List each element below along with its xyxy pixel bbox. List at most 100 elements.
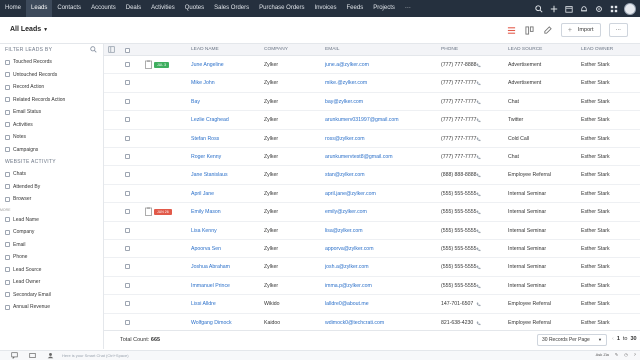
contacts-icon[interactable] — [46, 352, 54, 360]
notes-icon[interactable]: ✎ — [615, 352, 618, 357]
lead-name-link[interactable]: Bay — [191, 93, 200, 111]
lead-name-link[interactable]: April Jane — [191, 185, 214, 203]
nav-invoices[interactable]: Invoices — [310, 0, 342, 17]
setup-icon[interactable] — [594, 4, 603, 13]
row-checkbox[interactable] — [125, 264, 130, 270]
column-company[interactable]: COMPANY — [264, 44, 288, 56]
checkbox[interactable] — [5, 59, 10, 65]
field-filter-item[interactable]: Lead Owner — [0, 276, 103, 289]
filter-item[interactable]: Notes — [0, 131, 103, 144]
email-link[interactable]: arunkumerv031997@gmail.com — [325, 111, 399, 129]
phone-call-icon[interactable] — [476, 302, 481, 307]
field-filter-item[interactable]: Lead Name — [0, 214, 103, 227]
email-link[interactable]: emily@zylker.com — [325, 203, 367, 221]
more-actions-button[interactable]: ··· — [608, 23, 628, 37]
checkbox[interactable] — [5, 217, 10, 223]
checkbox[interactable] — [5, 109, 10, 115]
table-row[interactable]: Lissi Alldre Wikido lalldre0@about.me 147-7… — [104, 295, 640, 314]
phone-call-icon[interactable] — [476, 173, 481, 178]
filter-item[interactable]: Untouched Records — [0, 69, 103, 82]
phone-call-icon[interactable] — [476, 265, 481, 270]
apps-grid-icon[interactable] — [609, 4, 618, 13]
checkbox[interactable] — [5, 122, 10, 128]
column-settings-icon[interactable] — [108, 44, 115, 56]
email-link[interactable]: mike.@zylker.com — [325, 74, 367, 92]
checkbox[interactable] — [5, 267, 10, 273]
field-filter-item[interactable]: Secondary Email — [0, 289, 103, 302]
table-row[interactable]: JUN 26 Emily Mason Zylker emily@zylker.com (… — [104, 203, 640, 222]
row-checkbox[interactable] — [125, 319, 130, 325]
checkbox[interactable] — [5, 147, 10, 153]
phone-call-icon[interactable] — [476, 63, 481, 68]
checkbox[interactable] — [5, 242, 10, 248]
row-checkbox[interactable] — [125, 62, 130, 67]
task-icon[interactable] — [145, 207, 152, 217]
table-row[interactable]: Bay Zylker bay@zylker.com (777) 777-7777 Cha… — [104, 93, 640, 112]
column-lead-source[interactable]: LEAD SOURCE — [508, 44, 542, 56]
lead-name-link[interactable]: Lissi Alldre — [191, 295, 216, 313]
view-selector[interactable]: All Leads ▼ — [10, 26, 48, 33]
nav-activities[interactable]: Activities — [146, 0, 180, 17]
row-checkbox[interactable] — [125, 172, 130, 178]
lead-name-link[interactable]: Lisa Kenny — [191, 222, 217, 240]
table-row[interactable]: Jane Stanislaus Zylker stan@zylker.com (888… — [104, 166, 640, 185]
activity-due-badge[interactable]: JUN 26 — [154, 209, 172, 216]
activity-due-badge[interactable]: JUL 3 — [154, 62, 170, 68]
nav-projects[interactable]: Projects — [368, 0, 400, 17]
row-checkbox[interactable] — [125, 227, 130, 233]
filter-item[interactable]: Related Records Action — [0, 94, 103, 107]
checkbox[interactable] — [5, 184, 10, 190]
table-row[interactable]: Lezlie Craghead Zylker arunkumerv031997@gm… — [104, 111, 640, 130]
email-link[interactable]: lisa@zylker.com — [325, 222, 363, 240]
bell-icon[interactable] — [579, 4, 588, 13]
filter-item[interactable]: Record Action — [0, 81, 103, 94]
row-checkbox[interactable] — [125, 246, 130, 251]
ask-zia-button[interactable]: Ask Zia — [596, 352, 609, 357]
nav-more[interactable]: ··· — [400, 0, 416, 17]
lead-name-link[interactable]: Lezlie Craghead — [191, 111, 229, 129]
lead-name-link[interactable]: Emily Mason — [191, 203, 221, 221]
phone-call-icon[interactable] — [476, 155, 481, 160]
email-link[interactable]: imma.p@zylker.com — [325, 277, 372, 295]
phone-call-icon[interactable] — [476, 81, 481, 86]
website-filter-item[interactable]: Attended By — [0, 181, 103, 194]
table-row[interactable]: Mike John Zylker mike.@zylker.com (777) 777… — [104, 74, 640, 93]
column-phone[interactable]: PHONE — [441, 44, 458, 56]
help-icon[interactable]: ? — [634, 352, 636, 357]
calendar-icon[interactable] — [564, 4, 573, 13]
nav-purchase-orders[interactable]: Purchase Orders — [254, 0, 309, 17]
table-row[interactable]: Apoorva Sen Zylker apporva@zylker.com (555)… — [104, 240, 640, 259]
nav-deals[interactable]: Deals — [121, 0, 146, 17]
lead-name-link[interactable]: Immanuel Prince — [191, 277, 230, 295]
field-filter-item[interactable]: Company — [0, 226, 103, 239]
phone-call-icon[interactable] — [476, 118, 481, 123]
phone-call-icon[interactable] — [476, 284, 481, 289]
table-row[interactable]: Immanuel Prince Zylker imma.p@zylker.com (5… — [104, 277, 640, 296]
phone-call-icon[interactable] — [476, 229, 481, 234]
filter-item[interactable]: Campaigns — [0, 144, 103, 157]
row-checkbox[interactable] — [125, 98, 130, 104]
search-icon[interactable] — [534, 4, 543, 13]
list-view-icon[interactable] — [507, 25, 517, 35]
email-link[interactable]: apporva@zylker.com — [325, 240, 374, 258]
clock-icon[interactable]: ◷ — [624, 352, 628, 357]
filter-item[interactable]: Email Status — [0, 106, 103, 119]
checkbox[interactable] — [5, 84, 10, 90]
checkbox[interactable] — [5, 292, 10, 298]
field-filter-item[interactable]: Email — [0, 239, 103, 252]
records-per-page-select[interactable]: 30 Records Per Page ▼ — [537, 334, 607, 346]
email-link[interactable]: josh.a@zylker.com — [325, 258, 369, 276]
filter-item[interactable]: Touched Records — [0, 56, 103, 69]
nav-leads[interactable]: Leads — [26, 0, 53, 17]
table-row[interactable]: April Jane Zylker april.jane@zylker.com (55… — [104, 185, 640, 204]
nav-accounts[interactable]: Accounts — [86, 0, 121, 17]
checkbox[interactable] — [5, 72, 10, 78]
nav-quotes[interactable]: Quotes — [180, 0, 209, 17]
more-filters-link[interactable]: MORE — [0, 206, 103, 214]
phone-call-icon[interactable] — [476, 210, 481, 215]
checkbox[interactable] — [5, 134, 10, 140]
lead-name-link[interactable]: Joshua Abraham — [191, 258, 230, 276]
search-icon[interactable] — [90, 46, 97, 53]
column-lead-name[interactable]: LEAD NAME — [191, 44, 219, 56]
lead-name-link[interactable]: Jane Stanislaus — [191, 166, 228, 184]
